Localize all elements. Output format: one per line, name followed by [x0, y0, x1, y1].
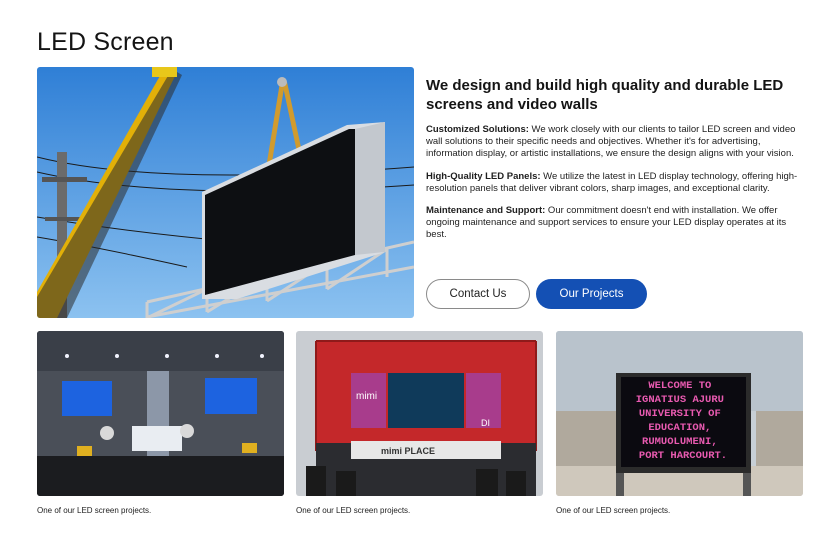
gallery-caption: One of our LED screen projects. — [556, 506, 671, 515]
gallery-item-stage[interactable]: One of our LED screen projects. — [37, 331, 284, 515]
feature-quality: High-Quality LED Panels: We utilize the … — [426, 171, 804, 195]
gallery-caption: One of our LED screen projects. — [296, 506, 411, 515]
sign-line: WELCOME TO — [648, 380, 711, 392]
hero-image — [37, 67, 414, 318]
feature-label: Maintenance and Support: — [426, 205, 546, 217]
intro-headline: We design and build high quality and dur… — [426, 77, 784, 113]
gallery-item-sign[interactable]: WELCOME TO IGNATIUS AJURU UNIVERSITY OF … — [556, 331, 803, 515]
event-sign-text: DI — [481, 418, 490, 428]
event-screen-text: mimi — [356, 391, 377, 402]
event-stage-text: mimi PLACE — [381, 446, 435, 456]
gallery-image-sign: WELCOME TO IGNATIUS AJURU UNIVERSITY OF … — [556, 331, 803, 496]
gallery-item-event[interactable]: mimi DI mimi PLACE One of our LED screen… — [296, 331, 543, 515]
sign-line: RUMUOLUMENI, — [642, 436, 718, 448]
contact-us-button[interactable]: Contact Us — [426, 279, 530, 309]
feature-maintenance: Maintenance and Support: Our commitment … — [426, 205, 804, 242]
gallery-image-stage — [37, 331, 284, 496]
feature-label: Customized Solutions: — [426, 124, 529, 135]
feature-customized: Customized Solutions: We work closely wi… — [426, 124, 804, 161]
sign-line: PORT HARCOURT. — [639, 450, 727, 462]
sign-line: UNIVERSITY OF — [639, 408, 721, 420]
gallery-caption: One of our LED screen projects. — [37, 506, 152, 515]
sign-line: IGNATIUS AJURU — [636, 394, 724, 406]
our-projects-button[interactable]: Our Projects — [536, 279, 647, 309]
intro-content: We design and build high quality and dur… — [426, 76, 804, 252]
page-title: LED Screen — [37, 28, 174, 56]
sign-line: EDUCATION, — [648, 422, 711, 434]
gallery-image-event: mimi DI mimi PLACE — [296, 331, 543, 496]
feature-label: High-Quality LED Panels: — [426, 170, 541, 182]
